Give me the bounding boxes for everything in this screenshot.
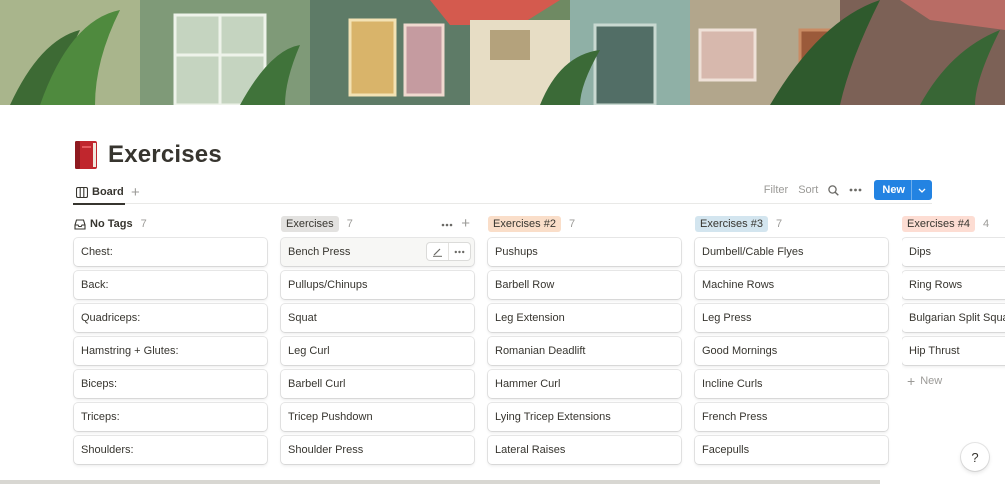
column-count: 7 xyxy=(568,218,576,230)
column-header: Exercises 7 + xyxy=(281,214,474,234)
column-count: 7 xyxy=(140,218,147,230)
new-button[interactable]: New xyxy=(874,180,932,200)
inbox-icon xyxy=(74,218,86,230)
board-card[interactable]: Barbell Curl xyxy=(281,370,474,398)
board-card[interactable]: Machine Rows xyxy=(695,271,888,299)
help-button[interactable]: ? xyxy=(961,443,989,471)
chevron-down-icon[interactable] xyxy=(912,188,932,193)
plus-icon: + xyxy=(131,183,140,201)
board-column-exercises: Exercises 7 + Bench Press Pullups/Chinup… xyxy=(281,214,474,469)
board-card[interactable]: Good Mornings xyxy=(695,337,888,365)
board-card[interactable]: Shoulder Press xyxy=(281,436,474,464)
column-tag[interactable]: Exercises #4 xyxy=(902,216,975,232)
board-card[interactable]: Lying Tricep Extensions xyxy=(488,403,681,431)
board-card[interactable]: Back: xyxy=(74,271,267,299)
board-card[interactable]: Chest: xyxy=(74,238,267,266)
board-card[interactable]: Dips xyxy=(902,238,1005,266)
search-icon[interactable] xyxy=(828,184,840,196)
view-toolbar: Board + Filter Sort New xyxy=(73,179,932,205)
column-header: Exercises #3 7 xyxy=(695,214,888,234)
column-title[interactable]: No Tags xyxy=(74,218,133,230)
column-header: Exercises #2 7 xyxy=(488,214,681,234)
board-column-no-tags: No Tags 7 Chest: Back: Quadriceps: Hamst… xyxy=(74,214,267,469)
board-card[interactable]: Hip Thrust xyxy=(902,337,1005,365)
board-column-exercises-4: Exercises #4 4 Dips Ring Rows Bulgarian … xyxy=(902,214,1005,392)
filter-button[interactable]: Filter xyxy=(764,184,788,196)
column-count: 7 xyxy=(346,218,353,230)
board-card[interactable]: Pullups/Chinups xyxy=(281,271,474,299)
board-card[interactable]: Quadriceps: xyxy=(74,304,267,332)
board-card[interactable]: Bulgarian Split Squat xyxy=(902,304,1005,332)
board-card[interactable]: Lateral Raises xyxy=(488,436,681,464)
board-card[interactable]: Leg Curl xyxy=(281,337,474,365)
add-card-button[interactable]: + New xyxy=(902,370,1005,392)
red-book-icon[interactable] xyxy=(73,140,99,170)
board-card[interactable]: Hamstring + Glutes: xyxy=(74,337,267,365)
tab-board-label: Board xyxy=(92,186,124,198)
board-card[interactable]: Leg Extension xyxy=(488,304,681,332)
column-tools: + xyxy=(433,214,470,234)
active-tab-indicator xyxy=(73,203,125,205)
column-count: 7 xyxy=(775,218,783,230)
horizontal-scrollbar[interactable] xyxy=(0,480,880,484)
view-actions: Filter Sort New xyxy=(754,179,932,201)
column-tag[interactable]: Exercises xyxy=(281,216,339,232)
add-view-button[interactable]: + xyxy=(131,181,140,203)
board-card[interactable]: Triceps: xyxy=(74,403,267,431)
column-title-label: No Tags xyxy=(90,218,133,230)
board-card[interactable]: Hammer Curl xyxy=(488,370,681,398)
sort-button[interactable]: Sort xyxy=(798,184,818,196)
ellipsis-icon[interactable] xyxy=(441,218,453,230)
ellipsis-icon[interactable] xyxy=(448,243,470,260)
board-column-exercises-2: Exercises #2 7 Pushups Barbell Row Leg E… xyxy=(488,214,681,469)
column-header: Exercises #4 4 xyxy=(902,214,1005,234)
column-count: 4 xyxy=(982,218,990,230)
board-card[interactable]: French Press xyxy=(695,403,888,431)
board-card[interactable]: Leg Press xyxy=(695,304,888,332)
board-column-exercises-3: Exercises #3 7 Dumbell/Cable Flyes Machi… xyxy=(695,214,888,469)
ellipsis-icon[interactable] xyxy=(849,188,862,192)
board-card[interactable]: Incline Curls xyxy=(695,370,888,398)
board-card[interactable]: Ring Rows xyxy=(902,271,1005,299)
board-card[interactable]: Shoulders: xyxy=(74,436,267,464)
board-card[interactable]: Romanian Deadlift xyxy=(488,337,681,365)
column-tag[interactable]: Exercises #2 xyxy=(488,216,561,232)
board-card[interactable]: Squat xyxy=(281,304,474,332)
plus-icon[interactable]: + xyxy=(461,216,470,231)
board-card-label: Bench Press xyxy=(288,246,351,258)
card-tools xyxy=(427,243,470,260)
board-card[interactable]: Tricep Pushdown xyxy=(281,403,474,431)
board-card[interactable]: Dumbell/Cable Flyes xyxy=(695,238,888,266)
board-card[interactable]: Bench Press xyxy=(281,238,474,266)
board-icon xyxy=(76,186,88,198)
board-card[interactable]: Biceps: xyxy=(74,370,267,398)
plus-icon: + xyxy=(907,373,916,389)
edit-icon[interactable] xyxy=(427,243,448,260)
board-card[interactable]: Pushups xyxy=(488,238,681,266)
column-header: No Tags 7 xyxy=(74,214,267,234)
tab-board[interactable]: Board xyxy=(76,181,124,203)
cover-image xyxy=(0,0,1005,105)
add-card-label: New xyxy=(920,375,943,387)
board-card[interactable]: Facepulls xyxy=(695,436,888,464)
new-button-label: New xyxy=(882,184,905,196)
page-title[interactable]: Exercises xyxy=(108,141,222,169)
page-header: Exercises xyxy=(73,138,222,172)
column-tag[interactable]: Exercises #3 xyxy=(695,216,768,232)
board-card[interactable]: Barbell Row xyxy=(488,271,681,299)
